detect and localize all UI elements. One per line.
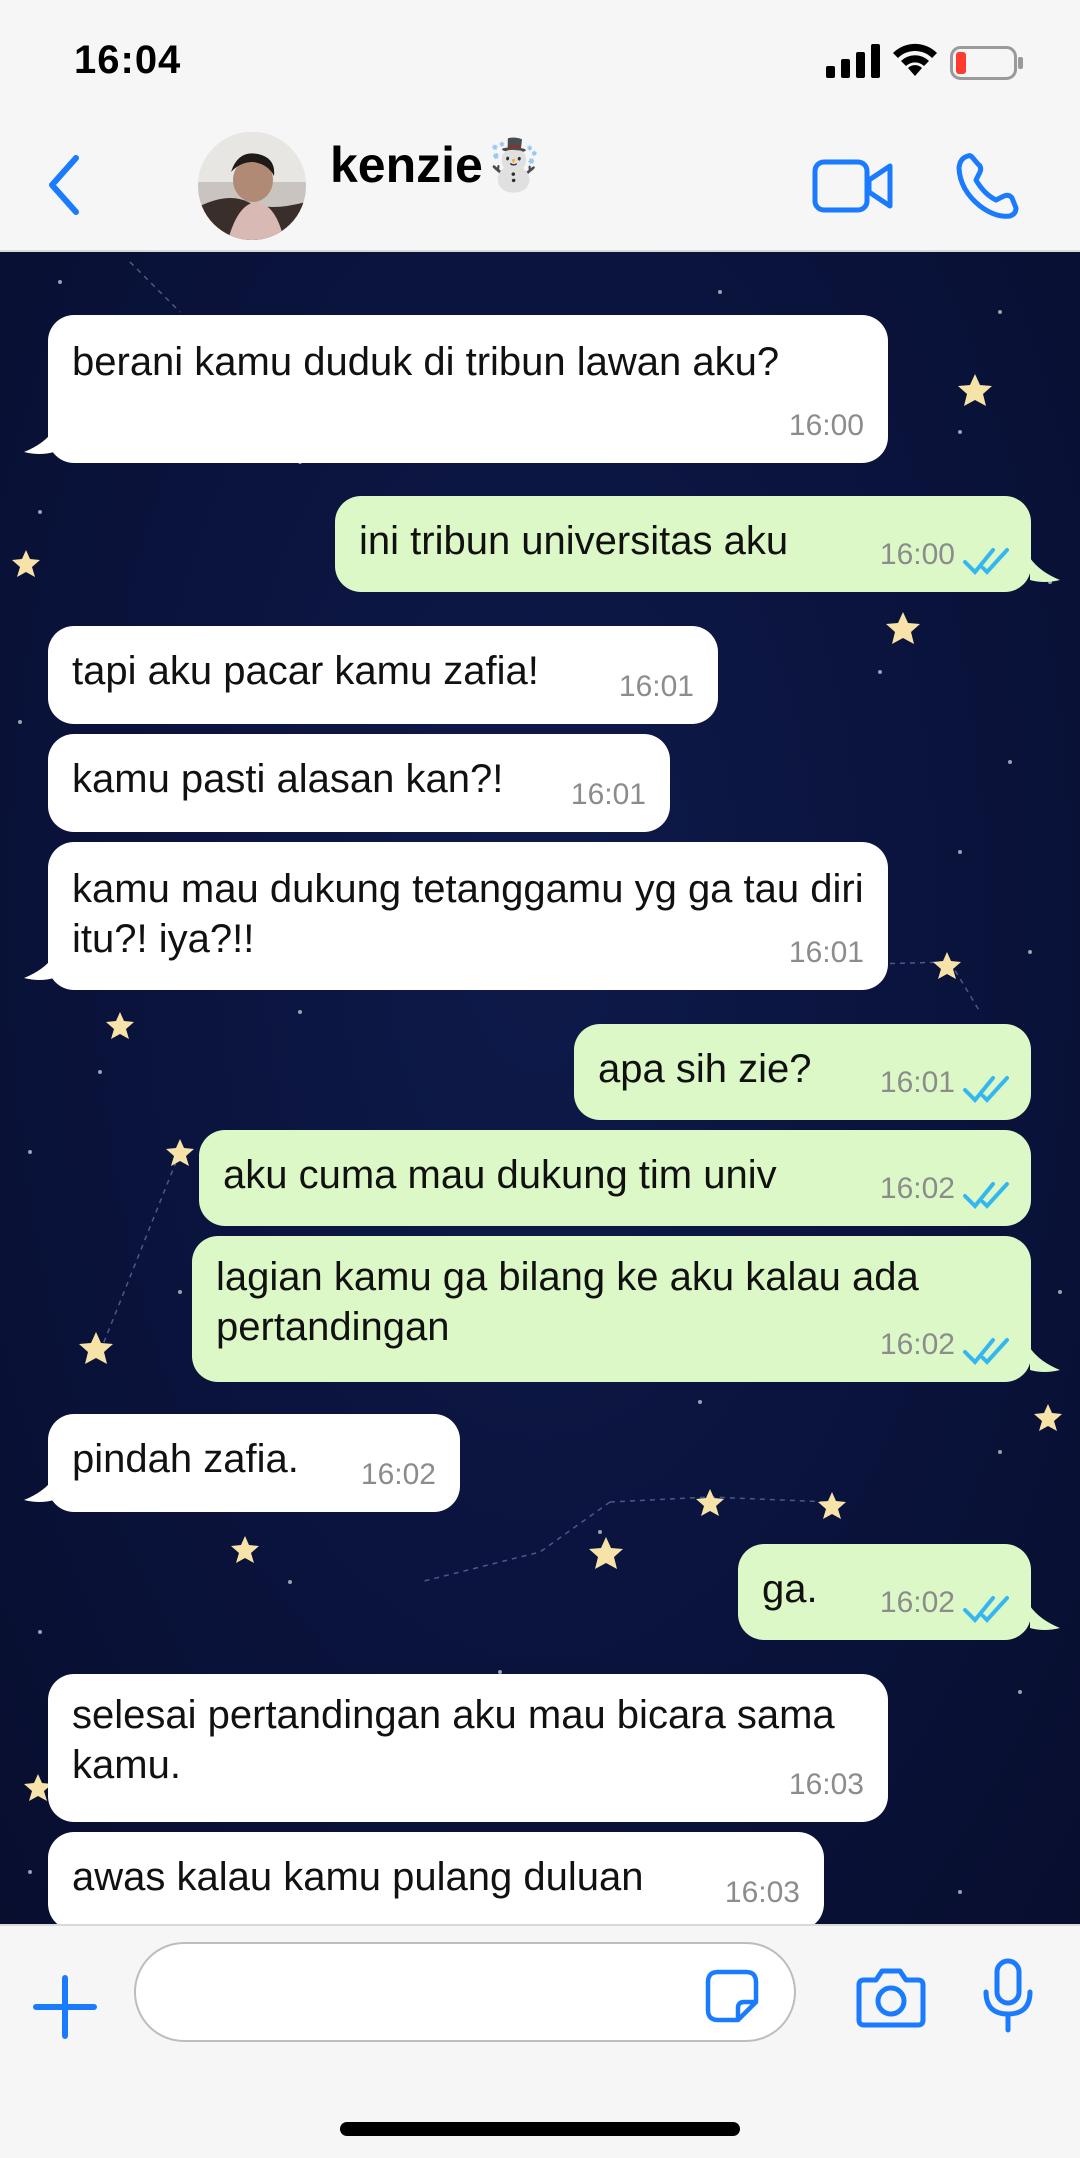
message-outgoing[interactable]: ga. 16:02 xyxy=(738,1544,1031,1640)
message-incoming[interactable]: kamu mau dukung tetanggamu yg ga tau dir… xyxy=(48,842,888,990)
message-time: 16:02 xyxy=(360,1458,436,1491)
chat-header: kenzie☃️ xyxy=(0,120,1080,252)
message-incoming[interactable]: awas kalau kamu pulang duluan 16:03 xyxy=(48,1832,824,1924)
message-incoming[interactable]: kamu pasti alasan kan?! 16:01 xyxy=(48,734,670,832)
message-time: 16:01 xyxy=(788,936,864,969)
bubble-tail xyxy=(1030,1348,1060,1372)
message-time: 16:02 xyxy=(879,1172,955,1205)
camera-icon[interactable] xyxy=(856,1966,926,2028)
read-receipt-icon xyxy=(963,1182,1009,1209)
contact-avatar[interactable] xyxy=(198,132,306,240)
message-incoming[interactable]: tapi aku pacar kamu zafia! 16:01 xyxy=(48,626,718,724)
plus-icon[interactable] xyxy=(32,1974,98,2040)
phone-icon[interactable] xyxy=(954,150,1020,222)
battery-icon xyxy=(950,46,1023,80)
message-outgoing[interactable]: lagian kamu ga bilang ke aku kalau ada p… xyxy=(192,1236,1031,1382)
message-time: 16:03 xyxy=(724,1876,800,1909)
message-outgoing[interactable]: apa sih zie? 16:01 xyxy=(574,1024,1031,1120)
message-text: awas kalau kamu pulang duluan xyxy=(72,1855,644,1899)
message-outgoing[interactable]: aku cuma mau dukung tim univ 16:02 xyxy=(199,1130,1031,1226)
read-receipt-icon xyxy=(963,548,1009,575)
message-time: 16:01 xyxy=(879,1066,955,1099)
composer-bar xyxy=(0,1924,1080,2158)
wifi-icon xyxy=(893,43,937,76)
message-outgoing[interactable]: ini tribun universitas aku 16:00 xyxy=(335,496,1031,592)
microphone-icon[interactable] xyxy=(980,1958,1036,2034)
contact-name[interactable]: kenzie☃️ xyxy=(330,136,545,195)
back-chevron-icon[interactable] xyxy=(42,150,86,220)
message-input-field[interactable] xyxy=(134,1942,796,2042)
bubble-tail xyxy=(24,430,54,454)
message-time: 16:02 xyxy=(879,1328,955,1361)
message-time: 16:01 xyxy=(570,778,646,811)
message-incoming[interactable]: berani kamu duduk di tribun lawan aku? 1… xyxy=(48,315,888,463)
status-time: 16:04 xyxy=(74,38,182,82)
message-incoming[interactable]: selesai pertandingan aku mau bicara sama… xyxy=(48,1674,888,1822)
message-time: 16:00 xyxy=(879,538,955,571)
home-indicator xyxy=(340,2122,740,2136)
bubble-tail xyxy=(24,1478,54,1502)
message-input[interactable] xyxy=(172,1964,692,2022)
bubble-tail xyxy=(1030,558,1060,582)
message-time: 16:00 xyxy=(788,409,864,442)
message-incoming[interactable]: pindah zafia. 16:02 xyxy=(48,1414,460,1512)
message-time: 16:01 xyxy=(618,670,694,703)
video-call-icon[interactable] xyxy=(812,156,894,216)
message-text: tapi aku pacar kamu zafia! xyxy=(72,649,539,693)
message-text: kamu pasti alasan kan?! xyxy=(72,757,504,801)
sticker-icon[interactable] xyxy=(704,1968,760,2024)
bubble-tail xyxy=(1030,1606,1060,1630)
message-time: 16:02 xyxy=(879,1586,955,1619)
read-receipt-icon xyxy=(963,1338,1009,1365)
message-text: selesai pertandingan aku mau bicara sama… xyxy=(72,1693,835,1787)
read-receipt-icon xyxy=(963,1076,1009,1103)
read-receipt-icon xyxy=(963,1596,1009,1623)
message-text: berani kamu duduk di tribun lawan aku? xyxy=(72,340,780,384)
cellular-signal-icon xyxy=(826,44,880,78)
message-time: 16:03 xyxy=(788,1768,864,1801)
chat-area[interactable]: berani kamu duduk di tribun lawan aku? 1… xyxy=(0,252,1080,1924)
bubble-tail xyxy=(24,956,54,980)
status-bar: 16:04 xyxy=(0,0,1080,120)
message-text: kamu mau dukung tetanggamu yg ga tau dir… xyxy=(72,867,864,961)
